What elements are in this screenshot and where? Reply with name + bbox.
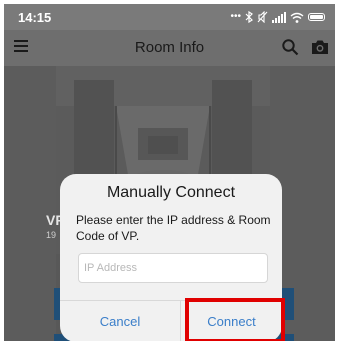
app-bar: Room Info xyxy=(4,30,335,66)
bluetooth-icon xyxy=(245,11,253,23)
phone-screen: 14:15 ••• Room Info VP 19 Manually Conne… xyxy=(4,4,335,341)
signal-icon xyxy=(272,11,286,23)
background-panel-left xyxy=(4,66,56,341)
status-icons: ••• xyxy=(230,8,325,26)
status-bar: 14:15 ••• xyxy=(4,4,335,30)
search-icon[interactable] xyxy=(281,38,299,56)
ip-address-input[interactable] xyxy=(78,253,268,283)
wifi-icon xyxy=(290,12,304,23)
dialog-title: Manually Connect xyxy=(106,184,236,201)
battery-icon xyxy=(308,13,325,21)
more-dots-icon: ••• xyxy=(230,11,241,22)
highlight-box xyxy=(185,298,285,341)
camera-icon[interactable] xyxy=(311,39,329,55)
status-time: 14:15 xyxy=(18,10,52,25)
room-ip-label: 19 xyxy=(46,230,57,240)
cancel-button[interactable]: Cancel xyxy=(60,301,180,341)
silent-icon xyxy=(257,11,268,23)
dialog-message: Please enter the IP address & Room Code … xyxy=(76,213,271,243)
